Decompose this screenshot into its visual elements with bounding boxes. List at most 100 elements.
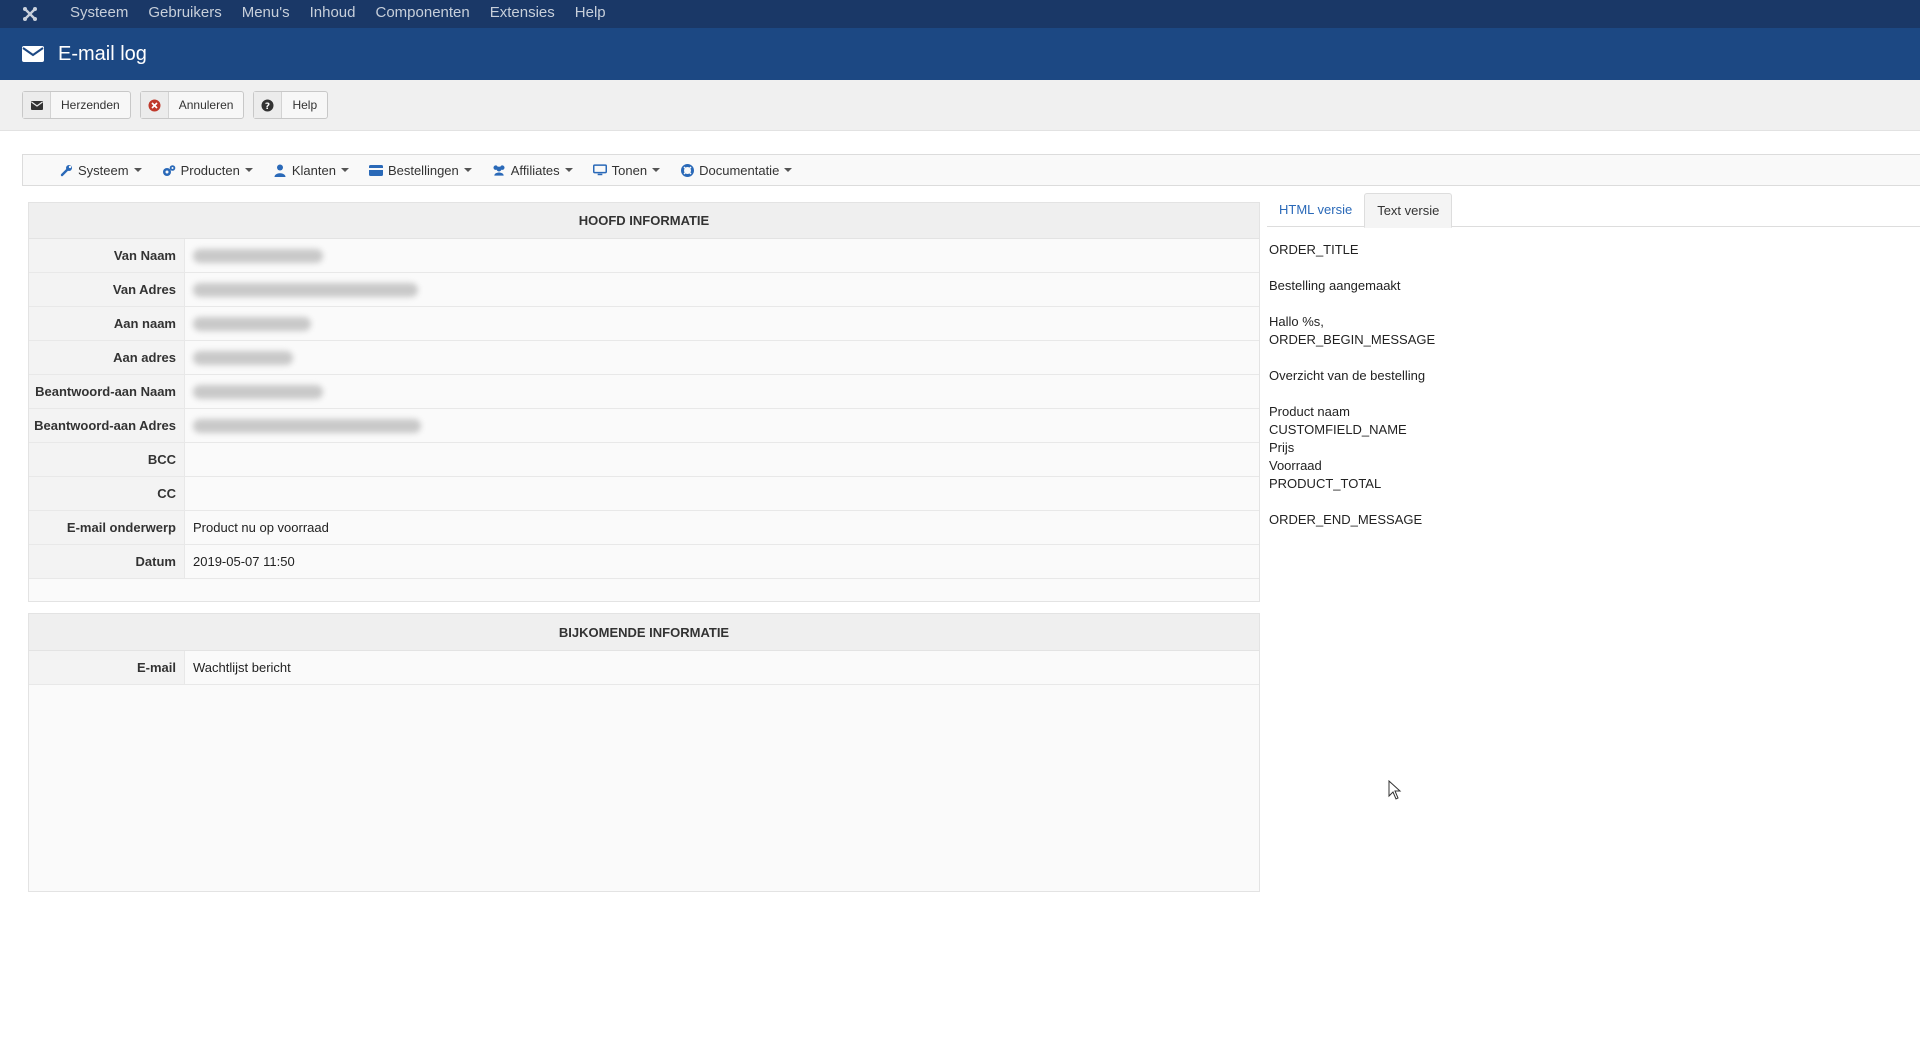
nav-systeem-label: Systeem (78, 162, 129, 178)
menu-componenten[interactable]: Componenten (366, 0, 480, 28)
menu-menus[interactable]: Menu's (232, 0, 300, 28)
text-line (1269, 493, 1435, 511)
monitor-icon (592, 163, 607, 177)
nav-klanten-label: Klanten (291, 162, 336, 178)
nav-klanten[interactable]: Klanten (273, 163, 349, 178)
text-line (1269, 385, 1435, 403)
nav-documentatie[interactable]: Documentatie (680, 163, 793, 178)
redacted-value (193, 418, 421, 433)
text-line (1269, 259, 1435, 277)
caret-down-icon (564, 168, 573, 172)
nav-producten-label: Producten (180, 162, 240, 178)
table-row: BCC (29, 443, 1259, 477)
table-row: Beantwoord-aan Adres (29, 409, 1259, 443)
envelope-icon (23, 92, 51, 118)
resend-label: Herzenden (61, 98, 120, 112)
wrench-icon (59, 163, 73, 177)
text-line: Hallo %s, (1269, 314, 1324, 329)
user-icon (273, 163, 287, 177)
nav-producten[interactable]: Producten (162, 163, 253, 178)
admin-menubar: Systeem Gebruikers Menu's Inhoud Compone… (0, 0, 1920, 28)
row-label: BCC (29, 443, 185, 476)
tab-text-version[interactable]: Text versie (1364, 193, 1453, 228)
nav-systeem[interactable]: Systeem (59, 163, 142, 178)
help-button[interactable]: ? Help (253, 91, 329, 119)
cancel-button[interactable]: Annuleren (139, 91, 245, 119)
menu-extensies[interactable]: Extensies (480, 0, 565, 28)
menu-help[interactable]: Help (565, 0, 616, 28)
text-version-content: ORDER_TITLE Bestelling aangemaakt Hallo … (1269, 241, 1435, 529)
table-row: Van Adres (29, 273, 1259, 307)
text-line: ORDER_BEGIN_MESSAGE (1269, 332, 1436, 347)
table-row: Van Naam (29, 239, 1259, 273)
mouse-cursor-icon (1388, 779, 1402, 803)
caret-down-icon (784, 168, 793, 172)
table-row: Datum 2019-05-07 11:50 (29, 545, 1259, 579)
row-label: E-mail (29, 651, 185, 684)
life-ring-icon (680, 163, 694, 177)
row-value (185, 477, 1259, 510)
row-label: Van Adres (29, 273, 185, 306)
resend-button[interactable]: Herzenden (22, 91, 131, 119)
row-label: Aan adres (29, 341, 185, 374)
nav-tonen[interactable]: Tonen (592, 163, 661, 178)
table-row: Beantwoord-aan Naam (29, 375, 1259, 409)
tab-html-version[interactable]: HTML versie (1267, 193, 1364, 226)
row-value (185, 375, 1259, 408)
text-line: ORDER_END_MESSAGE (1269, 512, 1423, 527)
redacted-value (193, 350, 293, 365)
nav-bestellingen[interactable]: Bestellingen (368, 162, 472, 178)
text-line: ORDER_TITLE (1269, 242, 1359, 257)
row-value (185, 409, 1259, 442)
redacted-value (193, 248, 323, 263)
text-line: Prijs (1269, 440, 1295, 455)
cancel-label: Annuleren (178, 98, 234, 112)
caret-down-icon (244, 168, 253, 172)
text-line: Overzicht van de bestelling (1269, 368, 1426, 383)
caret-down-icon (463, 168, 472, 172)
question-circle-icon: ? (254, 92, 283, 118)
main-info-heading: HOOFD INFORMATIE (29, 203, 1259, 239)
row-value (185, 307, 1259, 340)
nav-affiliates-label: Affiliates (510, 162, 560, 178)
menu-systeem[interactable]: Systeem (60, 0, 138, 28)
joomla-logo-icon[interactable] (0, 0, 60, 28)
row-label: E-mail onderwerp (29, 511, 185, 544)
row-value (185, 273, 1259, 306)
nav-affiliates[interactable]: Affiliates (492, 163, 573, 178)
extra-info-panel: BIJKOMENDE INFORMATIE E-mail Wachtlijst … (28, 613, 1260, 892)
svg-text:?: ? (265, 102, 270, 112)
row-label: Aan naam (29, 307, 185, 340)
redacted-value (193, 316, 311, 331)
redacted-value (193, 384, 323, 399)
envelope-icon (22, 46, 44, 62)
table-row: E-mail onderwerp Product nu op voorraad (29, 511, 1259, 545)
menu-gebruikers[interactable]: Gebruikers (138, 0, 231, 28)
table-row: Aan naam (29, 307, 1259, 341)
redacted-value (193, 282, 418, 297)
row-value (185, 443, 1259, 476)
menu-inhoud[interactable]: Inhoud (300, 0, 366, 28)
row-label: Van Naam (29, 239, 185, 272)
row-label: Beantwoord-aan Naam (29, 375, 185, 408)
page-title: E-mail log (58, 42, 147, 65)
row-label: CC (29, 477, 185, 510)
cancel-circle-icon (140, 92, 169, 118)
row-value (185, 341, 1259, 374)
row-value (185, 239, 1259, 272)
caret-down-icon (340, 168, 349, 172)
credit-card-icon (368, 163, 383, 177)
table-row: Aan adres (29, 341, 1259, 375)
text-line: PRODUCT_TOTAL (1269, 476, 1382, 491)
nav-bestellingen-label: Bestellingen (387, 162, 459, 178)
text-line: CUSTOMFIELD_NAME (1269, 422, 1407, 437)
row-value: Wachtlijst bericht (193, 659, 291, 675)
text-line (1269, 295, 1435, 313)
caret-down-icon (652, 168, 661, 172)
text-line: Bestelling aangemaakt (1269, 278, 1401, 293)
text-line (1269, 349, 1435, 367)
email-version-tabs: HTML versie Text versie (1267, 193, 1920, 228)
extra-info-heading: BIJKOMENDE INFORMATIE (29, 614, 1259, 651)
page-header: E-mail log (0, 28, 1920, 80)
users-icon (492, 163, 506, 177)
